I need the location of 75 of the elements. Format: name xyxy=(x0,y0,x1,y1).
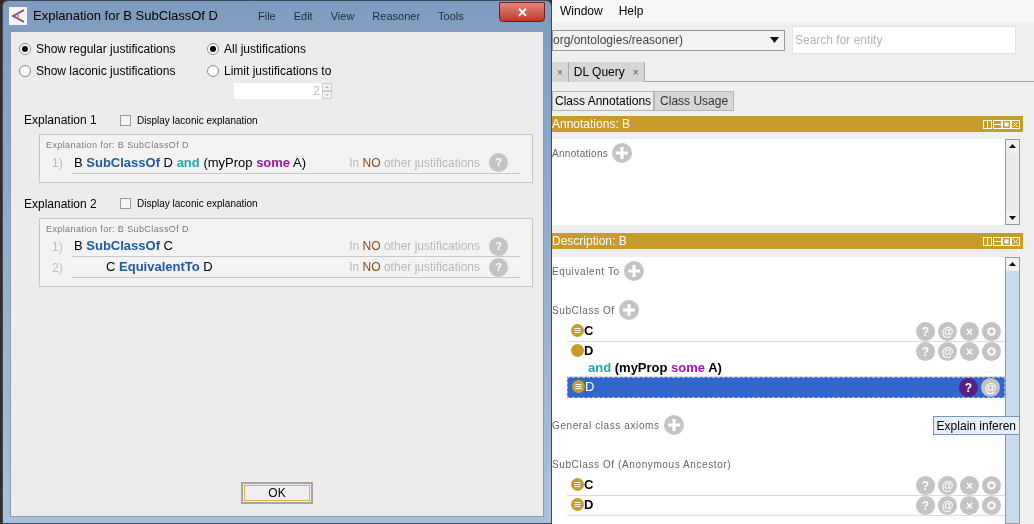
ok-button[interactable]: OK xyxy=(241,482,313,504)
add-icon[interactable] xyxy=(618,300,639,320)
tooltip: Explain inferen xyxy=(932,416,1020,435)
axiom-text: B SubClassOf C xyxy=(74,237,173,256)
view-tab[interactable]: Class Annotations xyxy=(552,91,655,111)
section-label: Equivalent To xyxy=(552,264,620,279)
radio-button[interactable] xyxy=(19,65,31,77)
class-expression: and (myProp some A) xyxy=(588,358,722,377)
axiom-text: B SubClassOf D and (myProp some A) xyxy=(74,153,306,172)
checkbox[interactable] xyxy=(120,198,131,209)
radio-label: Limit justifications to xyxy=(224,63,332,80)
view-tab[interactable]: Class Usage xyxy=(654,91,735,111)
class-expression: C xyxy=(584,475,594,494)
radio-button[interactable] xyxy=(207,65,219,77)
class-expression: D xyxy=(584,495,594,514)
class-icon xyxy=(571,344,584,357)
section-label: SubClass Of xyxy=(552,303,615,318)
menu-item[interactable]: Window xyxy=(560,2,603,20)
add-icon[interactable] xyxy=(623,261,644,281)
class-expression: D xyxy=(584,341,594,360)
section-title: Explanation 1 xyxy=(24,112,98,129)
view-title: Annotations: B xyxy=(552,116,631,133)
ring-icon xyxy=(987,481,996,490)
radio-label: All justifications xyxy=(224,41,307,58)
view-title: Description: B xyxy=(552,233,627,250)
scrollbar[interactable] xyxy=(1005,139,1020,225)
explanation-header: Explanation for: B SubClassOf D xyxy=(45,139,190,152)
defined-class-icon xyxy=(571,498,584,511)
ring-icon xyxy=(987,327,996,336)
editor-tab[interactable]: DL Query × xyxy=(568,62,645,82)
defined-class-icon xyxy=(571,324,584,337)
close-button[interactable]: ✕ xyxy=(499,2,545,22)
caret-icon xyxy=(770,37,779,43)
edit-button[interactable] xyxy=(982,342,1001,361)
checkbox-label: Display laconic explanation xyxy=(137,113,258,128)
radio-button[interactable] xyxy=(207,43,219,55)
section-label: Annotations xyxy=(552,146,609,161)
explain-button[interactable]: ? xyxy=(959,378,978,397)
axiom-text: C EquivalentTo D xyxy=(106,258,213,277)
radio-label: Show regular justifications xyxy=(36,41,176,58)
add-icon[interactable] xyxy=(612,143,633,163)
editor-tab[interactable]: × xyxy=(552,62,569,82)
class-row[interactable]: C ? @ × xyxy=(567,476,1005,496)
search-field[interactable]: Search for entity xyxy=(792,26,1016,54)
menu-item[interactable]: Help xyxy=(618,2,644,20)
edit-button[interactable] xyxy=(982,476,1001,495)
class-row[interactable]: D ? @ × xyxy=(567,496,1005,516)
defined-class-icon xyxy=(572,380,585,393)
tab-close-button[interactable]: × xyxy=(557,64,563,80)
checkbox-label: Display laconic explanation xyxy=(137,197,258,211)
section-title: Explanation 2 xyxy=(24,195,98,213)
radio-label: Show laconic justifications xyxy=(36,63,176,80)
edit-button[interactable] xyxy=(982,496,1001,515)
app-logo-icon xyxy=(9,7,27,25)
ring-icon xyxy=(987,347,996,356)
edit-button[interactable] xyxy=(982,322,1001,341)
add-icon[interactable] xyxy=(663,415,684,435)
scroll-up-icon[interactable] xyxy=(1006,258,1019,271)
view-controls-icon[interactable] xyxy=(983,236,1020,246)
section-label: SubClass Of (Anonymous Ancestor) xyxy=(552,457,732,472)
ontology-dropdown[interactable]: org/ontologies/reasoner) xyxy=(552,29,785,51)
checkbox[interactable] xyxy=(120,114,131,126)
section-label: General class axioms xyxy=(552,418,660,433)
class-expression: C xyxy=(584,321,594,340)
class-expression: D xyxy=(585,377,595,396)
spinner-arrows-icon[interactable] xyxy=(322,83,332,99)
class-row[interactable]: C ? @ × xyxy=(567,322,1005,342)
explanation-header: Explanation for: B SubClassOf D xyxy=(45,222,190,236)
selected-row[interactable]: D ? @ xyxy=(567,377,1005,398)
radio-button[interactable] xyxy=(19,43,31,55)
view-controls-icon[interactable] xyxy=(983,119,1020,129)
defined-class-icon xyxy=(571,478,584,491)
tab-close-button[interactable]: × xyxy=(632,64,639,80)
window-title: Explanation for B SubClassOf D xyxy=(33,7,218,26)
ring-icon xyxy=(987,501,996,510)
